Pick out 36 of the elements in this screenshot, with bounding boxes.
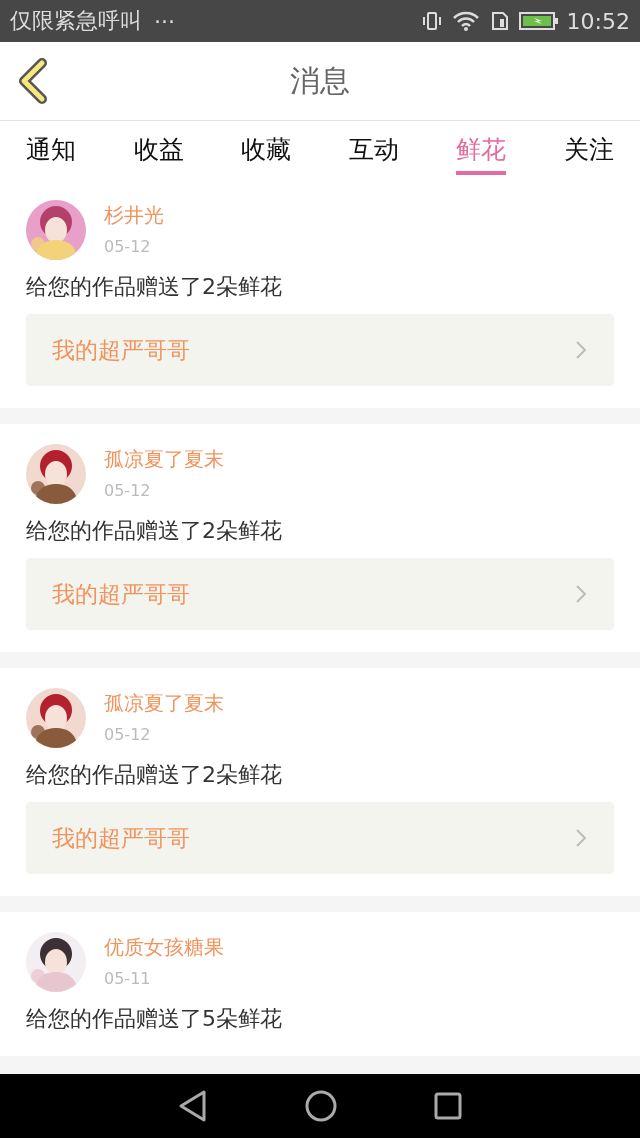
sender-name[interactable]: 孤凉夏了夏末 xyxy=(104,446,224,473)
message-text: 给您的作品赠送了2朵鲜花 xyxy=(26,517,283,545)
tab[interactable]: 通知 xyxy=(26,121,76,180)
home-nav-icon[interactable] xyxy=(304,1089,338,1123)
clock-text: 10:52 xyxy=(566,8,630,34)
work-link[interactable]: 我的超严哥哥 xyxy=(26,802,614,874)
work-title: 我的超严哥哥 xyxy=(52,579,190,609)
carrier-text: 仅限紧急呼叫 xyxy=(10,7,142,35)
tab[interactable]: 关注 xyxy=(563,121,614,180)
recents-nav-icon[interactable] xyxy=(432,1091,463,1121)
message-date: 05-12 xyxy=(104,481,152,500)
chevron-right-icon xyxy=(574,339,588,361)
work-link[interactable]: 我的超严哥哥 xyxy=(26,558,614,630)
tab[interactable]: 鲜花 xyxy=(456,121,507,175)
more-text: ··· xyxy=(154,8,175,34)
work-title: 我的超严哥哥 xyxy=(52,335,190,365)
tab[interactable]: 收藏 xyxy=(241,121,292,180)
work-link[interactable]: 我的超严哥哥 xyxy=(26,314,614,386)
chevron-right-icon xyxy=(574,827,588,849)
tab[interactable]: 互动 xyxy=(348,121,399,180)
work-title: 我的超严哥哥 xyxy=(52,823,190,853)
message-date: 05-12 xyxy=(104,237,152,256)
page-title: 消息 xyxy=(290,61,350,100)
message-date: 05-11 xyxy=(104,969,152,988)
message-text: 给您的作品赠送了5朵鲜花 xyxy=(26,1005,283,1033)
sender-name[interactable]: 孤凉夏了夏末 xyxy=(104,690,224,717)
back-icon[interactable] xyxy=(16,58,50,104)
message-text: 给您的作品赠送了2朵鲜花 xyxy=(26,273,283,301)
tab[interactable]: 收益 xyxy=(133,121,184,180)
message-text: 给您的作品赠送了2朵鲜花 xyxy=(26,761,283,789)
message-date: 05-12 xyxy=(104,725,152,744)
sender-name[interactable]: 杉井光 xyxy=(104,202,164,229)
battery-icon xyxy=(518,10,559,32)
chevron-right-icon xyxy=(574,583,588,605)
vibrate-icon xyxy=(420,10,443,32)
sender-name[interactable]: 优质女孩糖果 xyxy=(104,934,224,961)
